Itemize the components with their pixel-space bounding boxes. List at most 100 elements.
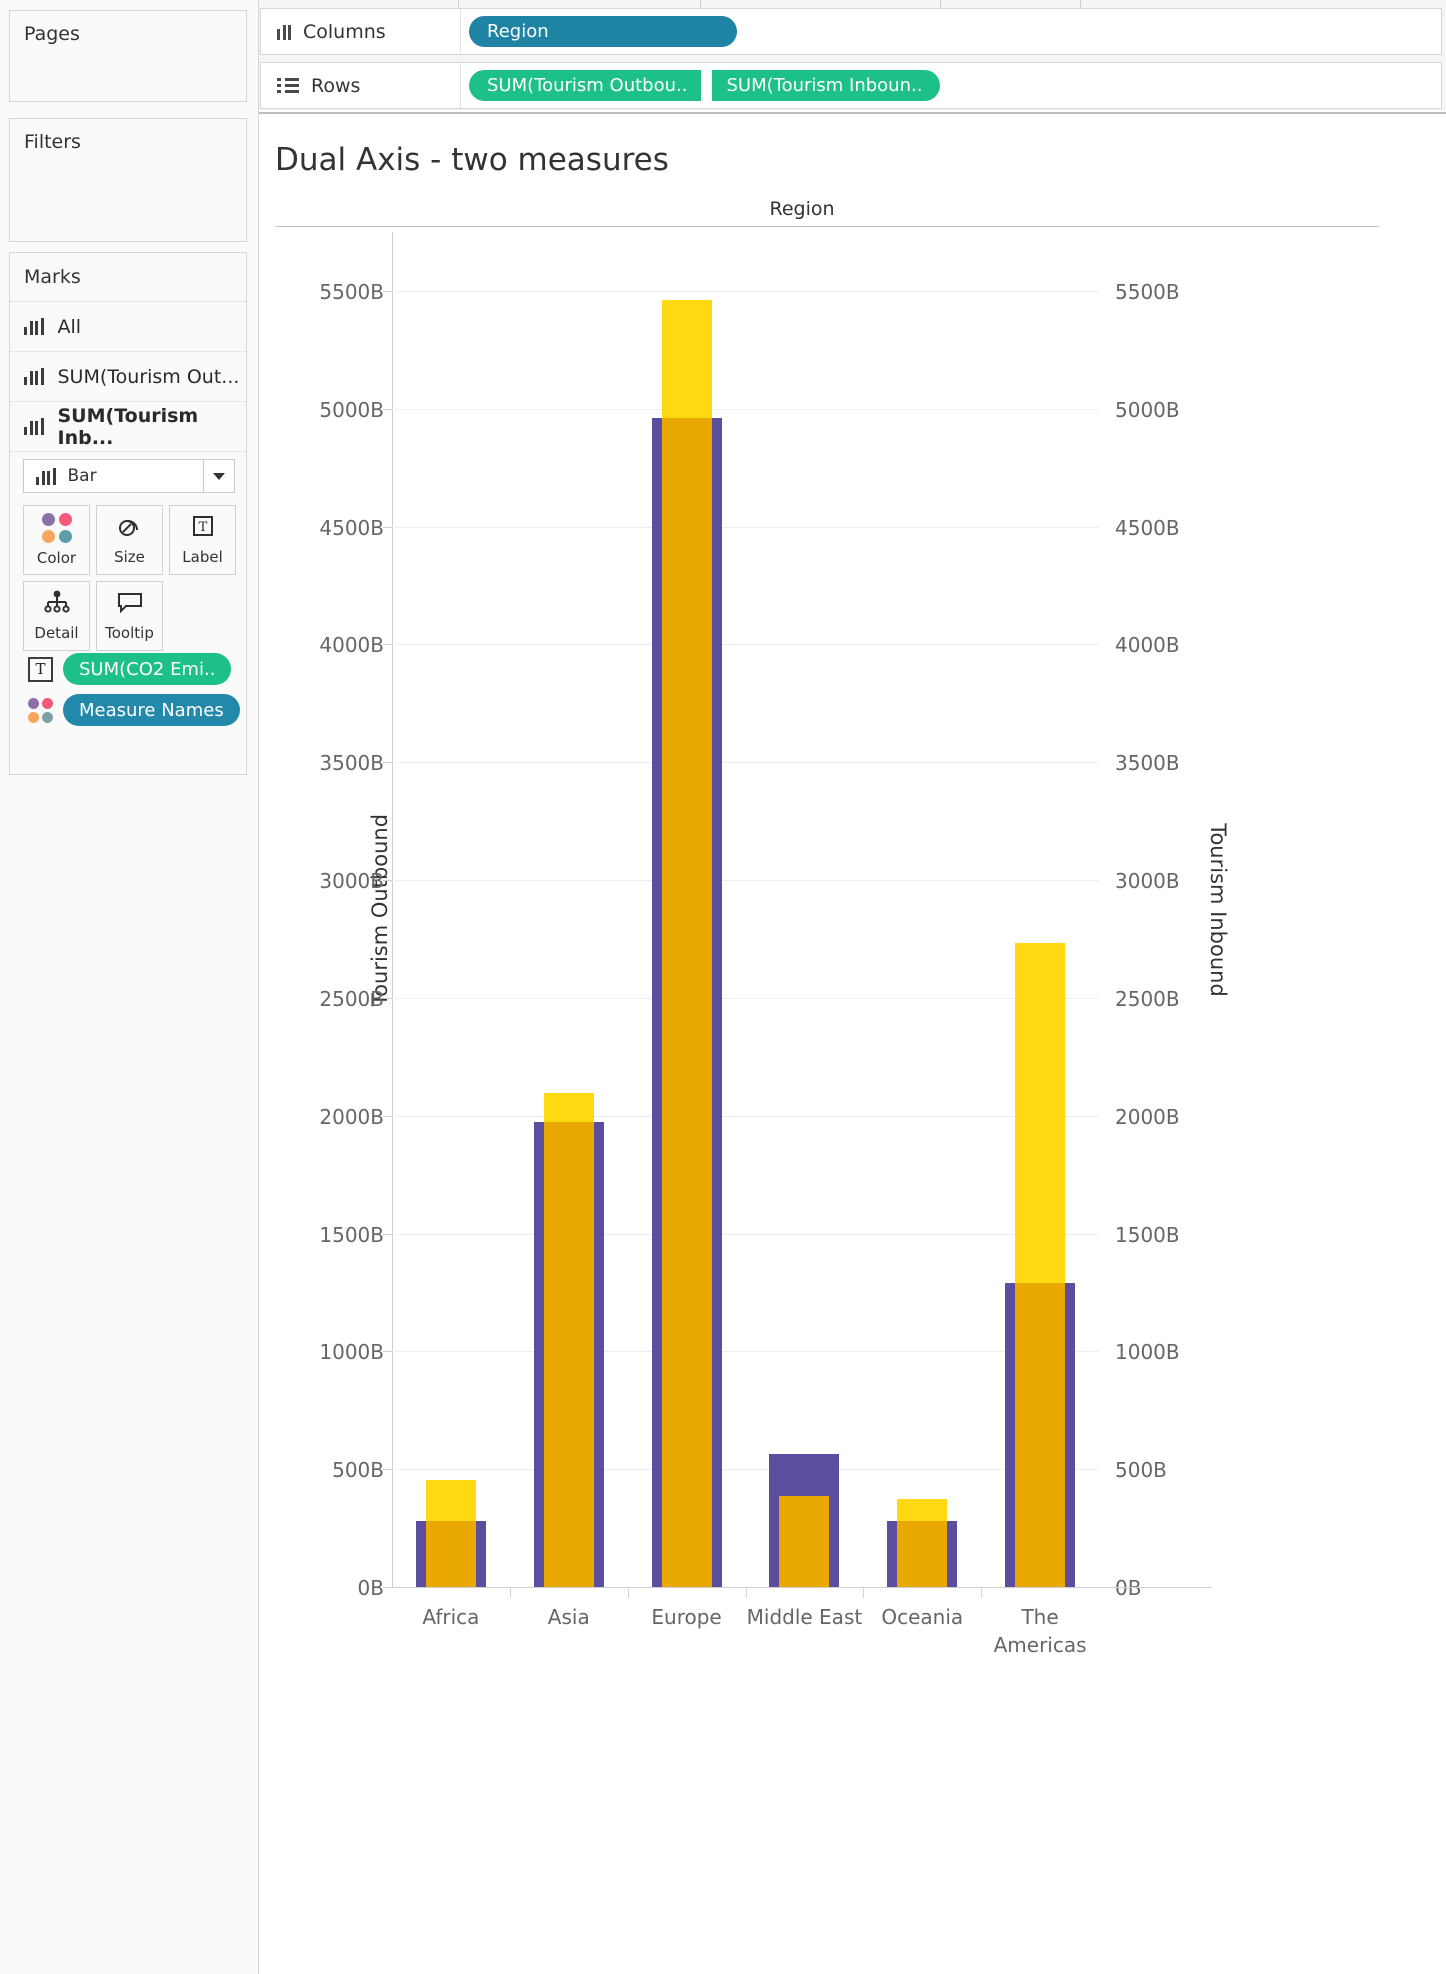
right-tick-label: 4000B [1115, 633, 1180, 658]
tick-mark [383, 644, 392, 646]
left-panel: Pages Filters Marks All SUM(Tourism Out.… [0, 0, 259, 1974]
header-rule-right [1212, 226, 1379, 227]
marks-level-outbound[interactable]: SUM(Tourism Out... [10, 352, 246, 402]
gridline [392, 880, 1099, 882]
gridline [392, 762, 1099, 764]
columns-shelf-label: Columns [261, 9, 461, 54]
x-axis-label: Middle East [746, 1605, 863, 1629]
tooltip-bubble-icon [116, 590, 144, 618]
right-tick-label: 3000B [1115, 869, 1180, 894]
columns-shelf[interactable]: Columns Region [260, 8, 1442, 55]
color-dots-icon [41, 513, 72, 543]
left-tick-label: 2500B [319, 986, 384, 1011]
header-rule-center [392, 226, 1212, 227]
size-button-label: Size [114, 548, 145, 566]
tick-mark [383, 1233, 392, 1235]
x-axis-label: Oceania [881, 1605, 964, 1629]
rows-icon [277, 78, 299, 93]
marks-level-label: All [57, 315, 82, 338]
mark-type-select[interactable]: Bar [23, 459, 235, 493]
columns-pill-area[interactable]: Region [461, 9, 737, 54]
gridline [392, 526, 1099, 528]
marks-level-label: SUM(Tourism Out... [57, 365, 240, 388]
bar-inbound[interactable] [661, 300, 712, 1587]
gridline [392, 1233, 1099, 1235]
encoding-row-color[interactable]: Measure Names [28, 694, 240, 726]
marks-encoding-pills: T SUM(CO2 Emi.. Measure Names [28, 653, 240, 726]
viz-pane: Dual Axis - two measures Region Tourism … [259, 112, 1446, 1974]
left-tick-label: 2000B [319, 1104, 384, 1129]
pill-divider [705, 70, 709, 101]
svg-text:T: T [198, 520, 207, 535]
color-button[interactable]: Color [23, 505, 90, 575]
x-axis-separator [509, 1587, 511, 1598]
bar-inbound-excess[interactable] [1015, 942, 1066, 1284]
tick-mark [383, 880, 392, 882]
marks-property-buttons: Color Size T Label Detail Tooltip [23, 505, 237, 651]
rows-shelf[interactable]: Rows SUM(Tourism Outbou.. SUM(Tourism In… [260, 62, 1442, 109]
left-tick-label: 500B [332, 1458, 384, 1483]
rows-pill-area[interactable]: SUM(Tourism Outbou.. SUM(Tourism Inboun.… [461, 63, 941, 108]
gridline [392, 1115, 1099, 1117]
left-axis-line [392, 232, 393, 1587]
left-tick-label: 5500B [319, 279, 384, 304]
marks-card-title: Marks [10, 253, 246, 302]
bar-mark-icon [24, 418, 44, 435]
tick-mark [383, 1351, 392, 1353]
x-axis-separator [745, 1587, 747, 1598]
pill-sum-tourism-inbound[interactable]: SUM(Tourism Inboun.. [712, 70, 941, 101]
pages-card[interactable]: Pages [9, 10, 247, 102]
x-axis-label: Europe [651, 1605, 722, 1629]
left-tick-label: 1500B [319, 1222, 384, 1247]
label-button[interactable]: T Label [169, 505, 236, 575]
right-tick-label: 1500B [1115, 1222, 1180, 1247]
marks-card[interactable]: Marks All SUM(Tourism Out... SUM(Tourism… [9, 252, 247, 775]
tooltip-button[interactable]: Tooltip [96, 581, 163, 651]
pages-card-title: Pages [24, 23, 80, 45]
x-axis-label: Africa [422, 1605, 480, 1629]
filters-card[interactable]: Filters [9, 118, 247, 242]
label-button-label: Label [182, 548, 223, 566]
label-text-icon: T [191, 514, 215, 542]
gridline [392, 997, 1099, 999]
right-tick-label: 0B [1115, 1576, 1142, 1600]
marks-level-inbound[interactable]: SUM(Tourism Inb... [10, 402, 246, 452]
x-axis-separator [981, 1587, 983, 1598]
right-tick-label: 3500B [1115, 751, 1180, 776]
bar-inbound[interactable] [779, 1496, 830, 1587]
gridline [392, 290, 1099, 292]
size-button[interactable]: Size [96, 505, 163, 575]
bar-inbound[interactable] [543, 1093, 594, 1587]
right-tick-label: 2000B [1115, 1104, 1180, 1129]
pill-measure-names[interactable]: Measure Names [63, 694, 240, 726]
color-button-label: Color [36, 549, 77, 567]
columns-label-text: Columns [303, 20, 386, 43]
tick-mark [383, 1469, 392, 1471]
left-tick-label: 4000B [319, 633, 384, 658]
marks-level-all[interactable]: All [10, 302, 246, 352]
tooltip-button-label: Tooltip [105, 624, 154, 642]
bar-inbound-excess[interactable] [661, 300, 712, 419]
detail-button[interactable]: Detail [23, 581, 90, 651]
x-axis-label: Asia [547, 1605, 590, 1629]
x-axis-line [392, 1587, 1212, 1588]
bar-inbound-excess[interactable] [543, 1093, 594, 1122]
label-text-icon: T [28, 656, 53, 682]
left-axis-title: Tourism Outbound [368, 813, 393, 1006]
pill-sum-co2-emissions[interactable]: SUM(CO2 Emi.. [63, 653, 232, 685]
right-tick-label: 5500B [1115, 279, 1180, 304]
page-title: Dual Axis - two measures [275, 142, 669, 178]
right-axis-title: Tourism Inbound [1206, 822, 1231, 997]
encoding-row-label[interactable]: T SUM(CO2 Emi.. [28, 653, 240, 685]
plot-area: Tourism Outbound Tourism Inbound 0B 500B 1… [319, 232, 1230, 1600]
detail-hierarchy-icon [42, 590, 72, 618]
left-tick-label: 5000B [319, 397, 384, 422]
tick-mark [383, 1115, 392, 1117]
bar-inbound-excess[interactable] [897, 1498, 948, 1522]
pill-sum-tourism-outbound[interactable]: SUM(Tourism Outbou.. [469, 70, 702, 101]
pill-region[interactable]: Region [469, 16, 737, 47]
left-tick-label: 4500B [319, 515, 384, 540]
chevron-down-icon[interactable] [203, 460, 234, 492]
x-axis-separator [863, 1587, 865, 1598]
bar-inbound-excess[interactable] [425, 1479, 476, 1522]
